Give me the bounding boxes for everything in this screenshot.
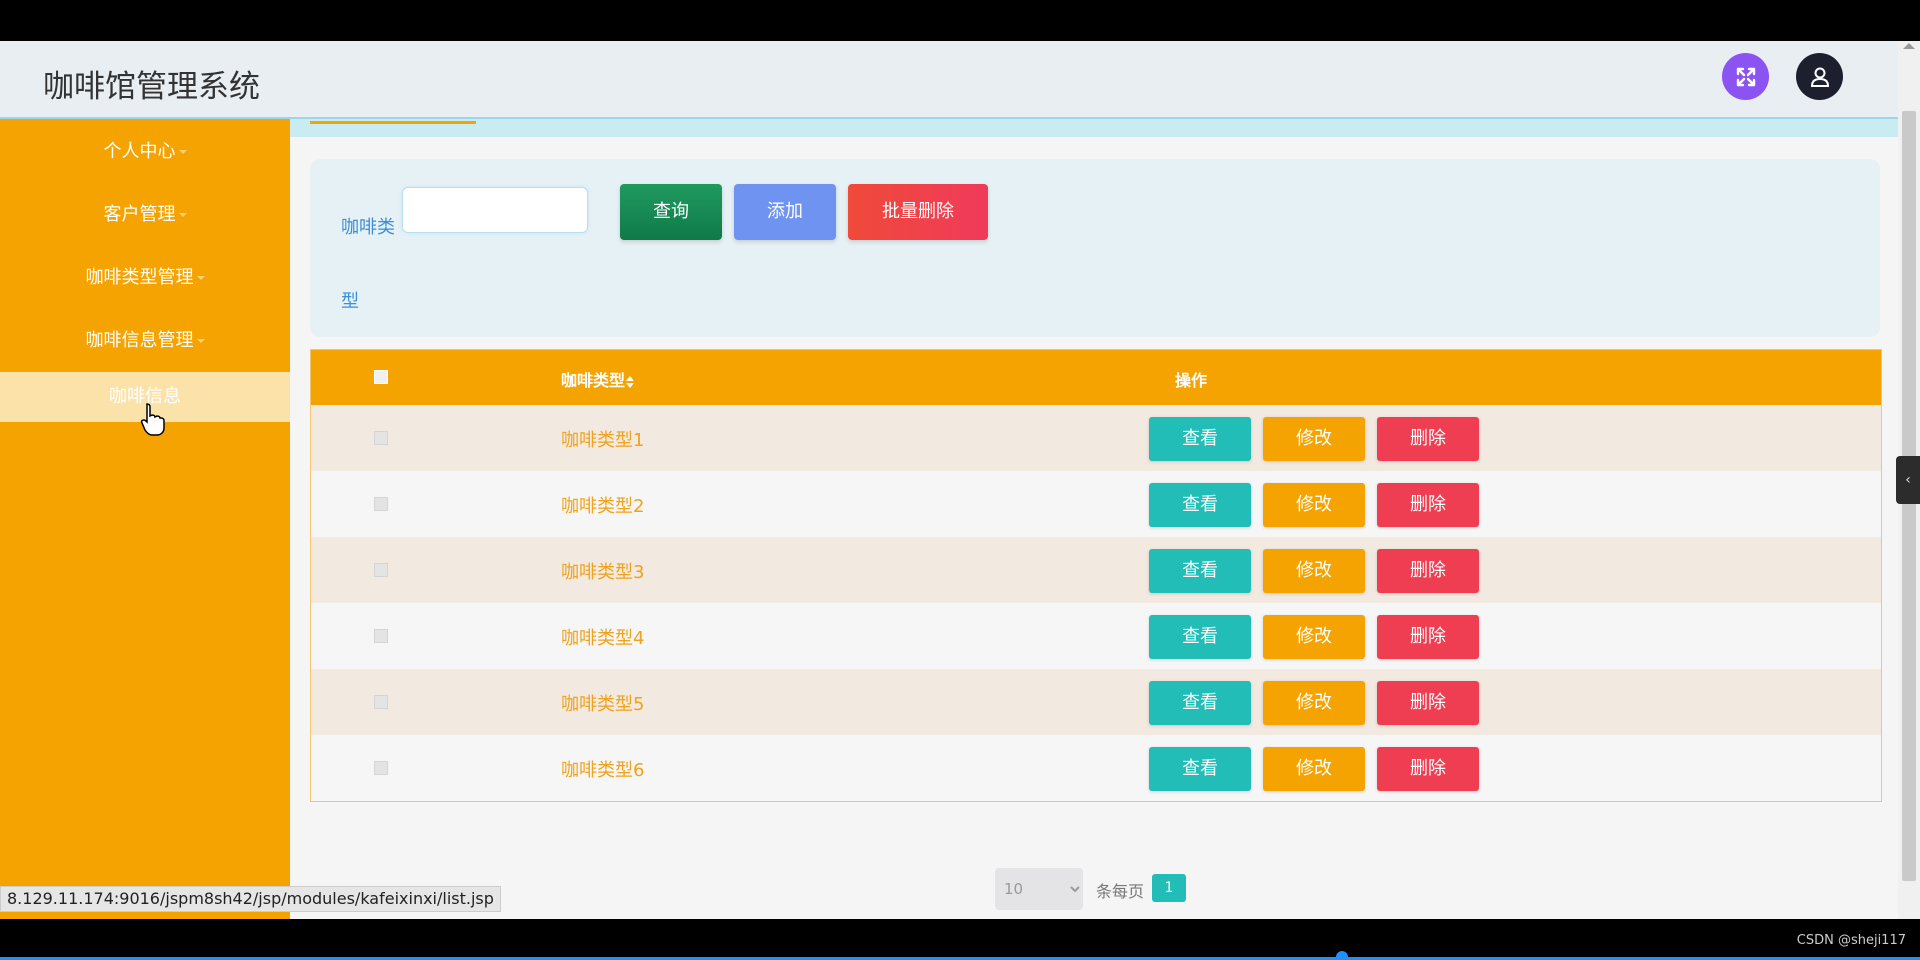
search-label: 咖啡类 型 bbox=[341, 191, 401, 339]
caret-down-icon bbox=[178, 213, 187, 217]
sidebar-item-coffee-type-management[interactable]: 咖啡类型管理 bbox=[0, 263, 290, 289]
table-row: 咖啡类型5 查看 修改 删除 bbox=[311, 669, 1881, 735]
sidebar-item-label: 客户管理 bbox=[103, 204, 176, 225]
search-label-line2: 型 bbox=[341, 291, 359, 312]
coffee-type-cell: 咖啡类型1 bbox=[561, 430, 645, 451]
caret-down-icon bbox=[196, 339, 205, 343]
expand-arrows-icon bbox=[1736, 67, 1755, 86]
select-all-checkbox[interactable] bbox=[374, 370, 388, 384]
column-header-coffee-type[interactable]: 咖啡类型 bbox=[561, 367, 635, 391]
delete-button[interactable]: 删除 bbox=[1377, 615, 1479, 659]
column-header-label: 咖啡类型 bbox=[561, 371, 626, 390]
view-button[interactable]: 查看 bbox=[1149, 483, 1251, 527]
caret-down-icon bbox=[196, 276, 205, 280]
coffee-type-cell: 咖啡类型5 bbox=[561, 694, 645, 715]
sidebar-item-customer-management[interactable]: 客户管理 bbox=[0, 200, 290, 226]
sidebar-item-label: 咖啡信息管理 bbox=[85, 330, 194, 351]
query-button[interactable]: 查询 bbox=[620, 184, 722, 240]
scroll-up-arrow-icon[interactable] bbox=[1903, 43, 1915, 49]
edit-button[interactable]: 修改 bbox=[1263, 747, 1365, 791]
view-button[interactable]: 查看 bbox=[1149, 549, 1251, 593]
row-checkbox[interactable] bbox=[374, 563, 388, 577]
delete-button[interactable]: 删除 bbox=[1377, 681, 1479, 725]
delete-button[interactable]: 删除 bbox=[1377, 747, 1479, 791]
coffee-type-cell: 咖啡类型4 bbox=[561, 628, 645, 649]
table-header: 咖啡类型 操作 bbox=[311, 350, 1881, 405]
per-page-label: 条每页 bbox=[1096, 882, 1145, 901]
sort-icon bbox=[626, 375, 635, 388]
status-bar-url: 8.129.11.174:9016/jspm8sh42/jsp/modules/… bbox=[0, 886, 501, 912]
batch-delete-button[interactable]: 批量删除 bbox=[848, 184, 988, 240]
collapse-panel-button[interactable]: ‹ bbox=[1896, 456, 1920, 504]
sidebar-item-label: 个人中心 bbox=[103, 141, 176, 162]
view-button[interactable]: 查看 bbox=[1149, 615, 1251, 659]
row-checkbox[interactable] bbox=[374, 695, 388, 709]
edit-button[interactable]: 修改 bbox=[1263, 417, 1365, 461]
page-button-current[interactable]: 1 bbox=[1152, 874, 1186, 902]
watermark: CSDN @sheji117 bbox=[1796, 933, 1906, 948]
edit-button[interactable]: 修改 bbox=[1263, 483, 1365, 527]
sidebar-item-coffee-info-management[interactable]: 咖啡信息管理 bbox=[0, 326, 290, 352]
row-checkbox[interactable] bbox=[374, 431, 388, 445]
table-row: 咖啡类型4 查看 修改 删除 bbox=[311, 603, 1881, 669]
delete-button[interactable]: 删除 bbox=[1377, 417, 1479, 461]
main-content: 咖啡类 型 查询 添加 批量删除 咖啡类型 操作 咖啡类型1 查看 修改 删除 咖啡类型… bbox=[290, 119, 1898, 919]
top-header: 咖啡馆管理系统 bbox=[0, 41, 1898, 119]
page-size-select[interactable]: 10 bbox=[995, 868, 1083, 910]
sidebar: 个人中心 客户管理 咖啡类型管理 咖啡信息管理 咖啡信息 bbox=[0, 119, 290, 919]
tab-strip bbox=[290, 119, 1898, 137]
video-progress-handle[interactable] bbox=[1336, 951, 1348, 960]
sidebar-item-personal-center[interactable]: 个人中心 bbox=[0, 137, 290, 163]
edit-button[interactable]: 修改 bbox=[1263, 681, 1365, 725]
coffee-type-cell: 咖啡类型3 bbox=[561, 562, 645, 583]
row-checkbox[interactable] bbox=[374, 629, 388, 643]
view-button[interactable]: 查看 bbox=[1149, 681, 1251, 725]
fullscreen-button[interactable] bbox=[1722, 53, 1769, 100]
chevron-left-icon: ‹ bbox=[1905, 472, 1911, 488]
user-icon bbox=[1810, 67, 1829, 87]
coffee-type-table: 咖啡类型 操作 咖啡类型1 查看 修改 删除 咖啡类型2 查看 修改 删除 咖啡类型3 查看 修改删… bbox=[310, 349, 1882, 802]
table-row: 咖啡类型6 查看 修改 删除 bbox=[311, 735, 1881, 801]
table-row: 咖啡类型1 查看 修改 删除 bbox=[311, 405, 1881, 471]
active-tab-indicator[interactable] bbox=[310, 121, 476, 124]
delete-button[interactable]: 删除 bbox=[1377, 549, 1479, 593]
view-button[interactable]: 查看 bbox=[1149, 417, 1251, 461]
table-row: 咖啡类型2 查看 修改 删除 bbox=[311, 471, 1881, 537]
hand-cursor-icon bbox=[140, 403, 165, 436]
column-header-actions: 操作 bbox=[1174, 371, 1207, 390]
view-button[interactable]: 查看 bbox=[1149, 747, 1251, 791]
row-checkbox[interactable] bbox=[374, 497, 388, 511]
search-label-line1: 咖啡类 bbox=[341, 217, 395, 238]
add-button[interactable]: 添加 bbox=[734, 184, 836, 240]
search-panel: 咖啡类 型 查询 添加 批量删除 bbox=[310, 159, 1880, 337]
browser-viewport: 咖啡馆管理系统 个人中心 客户管理 咖啡类型管理 咖啡信息管理 咖啡信息 咖啡类… bbox=[0, 41, 1920, 919]
row-checkbox[interactable] bbox=[374, 761, 388, 775]
edit-button[interactable]: 修改 bbox=[1263, 615, 1365, 659]
caret-down-icon bbox=[178, 150, 187, 154]
table-row: 咖啡类型3 查看 修改 删除 bbox=[311, 537, 1881, 603]
delete-button[interactable]: 删除 bbox=[1377, 483, 1479, 527]
app-title: 咖啡馆管理系统 bbox=[43, 69, 260, 105]
coffee-type-cell: 咖啡类型2 bbox=[561, 496, 645, 517]
sidebar-item-label: 咖啡类型管理 bbox=[85, 267, 194, 288]
edit-button[interactable]: 修改 bbox=[1263, 549, 1365, 593]
coffee-type-cell: 咖啡类型6 bbox=[561, 760, 645, 781]
user-menu-button[interactable] bbox=[1796, 53, 1843, 100]
coffee-type-search-input[interactable] bbox=[402, 187, 588, 233]
